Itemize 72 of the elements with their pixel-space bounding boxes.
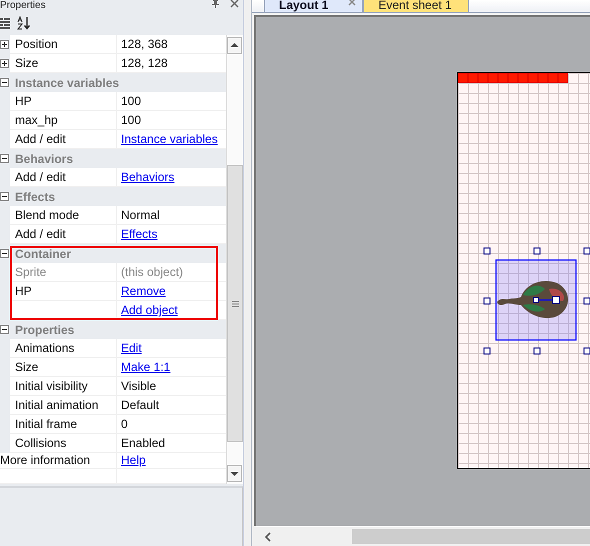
close-icon[interactable]	[230, 0, 239, 8]
value-cell[interactable]: 128, 128	[117, 54, 226, 73]
value-cell[interactable]: Visible	[117, 377, 226, 396]
vertical-scrollbar[interactable]	[226, 35, 243, 484]
property-link[interactable]: Edit	[121, 341, 142, 355]
property-value[interactable]: 0	[121, 417, 128, 431]
property-value[interactable]: 128, 128	[121, 56, 168, 70]
property-value[interactable]: 100	[121, 94, 142, 108]
scroll-thumb[interactable]	[352, 529, 590, 544]
property-link[interactable]: Remove	[121, 284, 166, 298]
value-cell[interactable]: Instance variables	[117, 130, 226, 149]
property-name: Add / edit	[15, 170, 66, 184]
scroll-up-icon[interactable]	[227, 37, 242, 54]
property-value[interactable]: Visible	[121, 379, 156, 393]
value-cell[interactable]: Normal	[117, 206, 226, 225]
property-name: Initial visibility	[15, 379, 88, 393]
property-name: Initial frame	[15, 417, 78, 431]
property-name: Blend mode	[15, 208, 80, 222]
sort-alphabetical-icon[interactable]	[17, 16, 31, 30]
categorized-icon[interactable]	[0, 16, 10, 30]
property-name: max_hp	[15, 113, 58, 127]
property-link[interactable]: Make 1:1	[121, 360, 170, 374]
tab[interactable]: Event sheet 1	[363, 0, 469, 12]
panel-title: Properties	[0, 0, 46, 11]
value-cell[interactable]: 128, 368	[117, 35, 226, 54]
property-name: Collisions	[15, 436, 66, 450]
value-cell[interactable]: 0	[117, 415, 226, 434]
collapse-icon[interactable]	[0, 154, 9, 163]
value-cell[interactable]: Default	[117, 396, 226, 415]
value-cell[interactable]: Effects	[117, 225, 226, 244]
property-name: More information	[0, 453, 90, 468]
property-name: HP	[15, 94, 32, 108]
value-cell[interactable]: Edit	[117, 339, 226, 358]
value-cell[interactable]: Enabled	[117, 434, 226, 453]
property-name: HP	[15, 284, 32, 298]
value-cell[interactable]: Behaviors	[117, 168, 226, 187]
collapse-icon[interactable]	[0, 78, 9, 87]
property-name: Sprite	[15, 265, 46, 279]
close-icon[interactable]	[348, 0, 356, 6]
tab[interactable]: Layout 1	[264, 0, 364, 12]
property-name: Add / edit	[15, 132, 66, 146]
expand-icon[interactable]	[0, 40, 9, 49]
sprite-selection-drawing[interactable]	[483, 247, 590, 355]
property-value[interactable]: 100	[121, 113, 142, 127]
value-cell[interactable]: Make 1:1	[117, 358, 226, 377]
horizontal-scrollbar[interactable]	[256, 526, 590, 546]
property-name: Size	[15, 56, 38, 70]
collapse-icon[interactable]	[0, 325, 9, 334]
property-name: Add / edit	[15, 227, 66, 241]
pin-icon[interactable]	[211, 0, 220, 8]
value-cell[interactable]: Remove	[117, 282, 226, 301]
property-value[interactable]: Normal	[121, 208, 160, 222]
property-name: Size	[15, 360, 38, 374]
property-value[interactable]: 128, 368	[121, 37, 168, 51]
property-link[interactable]: Add object	[121, 303, 178, 317]
property-link[interactable]: Effects	[121, 227, 158, 241]
property-link[interactable]: Instance variables	[121, 132, 218, 146]
property-value[interactable]: Enabled	[121, 436, 166, 450]
property-name: Animations	[15, 341, 74, 355]
property-link[interactable]: Behaviors	[121, 170, 174, 184]
collapse-icon[interactable]	[0, 192, 9, 201]
expand-icon[interactable]	[0, 59, 9, 68]
property-value[interactable]: Default	[121, 398, 160, 412]
scroll-thumb[interactable]	[227, 165, 243, 442]
grip-icon	[232, 300, 238, 306]
collapse-icon[interactable]	[0, 249, 9, 258]
property-name: Initial animation	[15, 398, 98, 412]
help-link[interactable]: Help	[121, 453, 146, 468]
value-cell[interactable]: 100	[117, 92, 226, 111]
value-cell[interactable]: 100	[117, 111, 226, 130]
scroll-down-icon[interactable]	[227, 465, 242, 482]
property-name: Position	[15, 37, 58, 51]
